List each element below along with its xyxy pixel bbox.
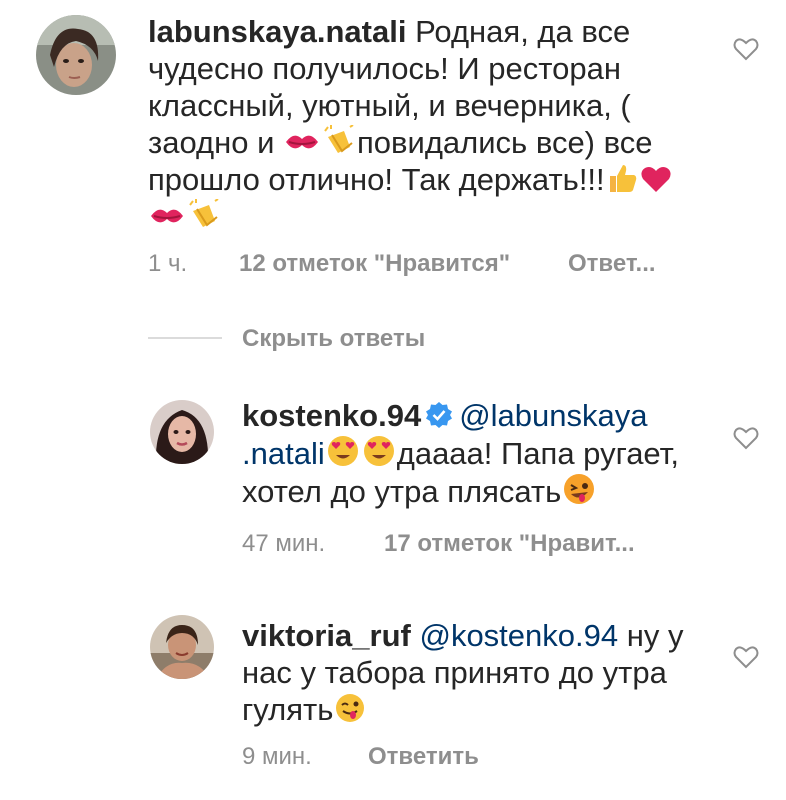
like-heart-icon[interactable] — [733, 645, 759, 669]
heart-eyes-emoji — [362, 434, 396, 468]
comment-likes-2[interactable]: 17 отметок "Нравит... — [384, 530, 635, 558]
thumbs-up-emoji — [606, 162, 638, 194]
like-heart-icon[interactable] — [733, 426, 759, 450]
comment-reply-button-1[interactable]: Ответ... — [568, 250, 656, 278]
comment-reply-button-3[interactable]: Ответить — [368, 743, 479, 771]
comment-text-1: labunskaya.natali Родная, да все чудесно… — [148, 13, 708, 235]
hide-replies-button[interactable]: Скрыть ответы — [242, 325, 425, 353]
comment-meta-3: 9 мин. Ответить — [242, 743, 542, 773]
comment-likes-1[interactable]: 12 отметок "Нравится" — [239, 250, 510, 278]
zany-face-emoji — [562, 472, 596, 506]
comment-username-2[interactable]: kostenko.94 — [242, 398, 421, 433]
clapping-hands-emoji — [187, 199, 221, 231]
comment-time-3: 9 мин. — [242, 743, 312, 770]
winking-tongue-emoji — [334, 692, 366, 724]
comment-text-2: kostenko.94 @labunskaya .natali дaaaa! Пап… — [242, 397, 722, 510]
comment-time-2: 47 мин. — [242, 530, 326, 557]
comment-text-3: viktoria_ruf @kostenko.94 ну у нас у таб… — [242, 617, 712, 728]
verified-badge-icon — [425, 401, 453, 429]
heart-eyes-emoji — [326, 434, 360, 468]
comment-username-3[interactable]: viktoria_ruf — [242, 618, 411, 653]
avatar-viktoria-ruf[interactable] — [150, 615, 214, 679]
divider-line — [148, 337, 222, 339]
comment-mention-3[interactable]: @kostenko.94 — [419, 618, 618, 653]
red-heart-emoji — [640, 164, 672, 194]
comment-meta-1: 1 ч. 12 отметок "Нравится" Ответ... — [148, 250, 708, 280]
kiss-emoji — [149, 201, 185, 231]
comment-username-1[interactable]: labunskaya.natali — [148, 14, 406, 49]
like-heart-icon[interactable] — [733, 37, 759, 61]
clapping-hands-emoji — [322, 125, 356, 157]
comment-time-1: 1 ч. — [148, 250, 188, 277]
avatar-labunskaya-natali[interactable] — [36, 15, 116, 95]
kiss-emoji — [284, 127, 320, 157]
comment-meta-2: 47 мин. 17 отметок "Нравит... — [242, 530, 692, 560]
avatar-kostenko-94[interactable] — [150, 400, 214, 464]
